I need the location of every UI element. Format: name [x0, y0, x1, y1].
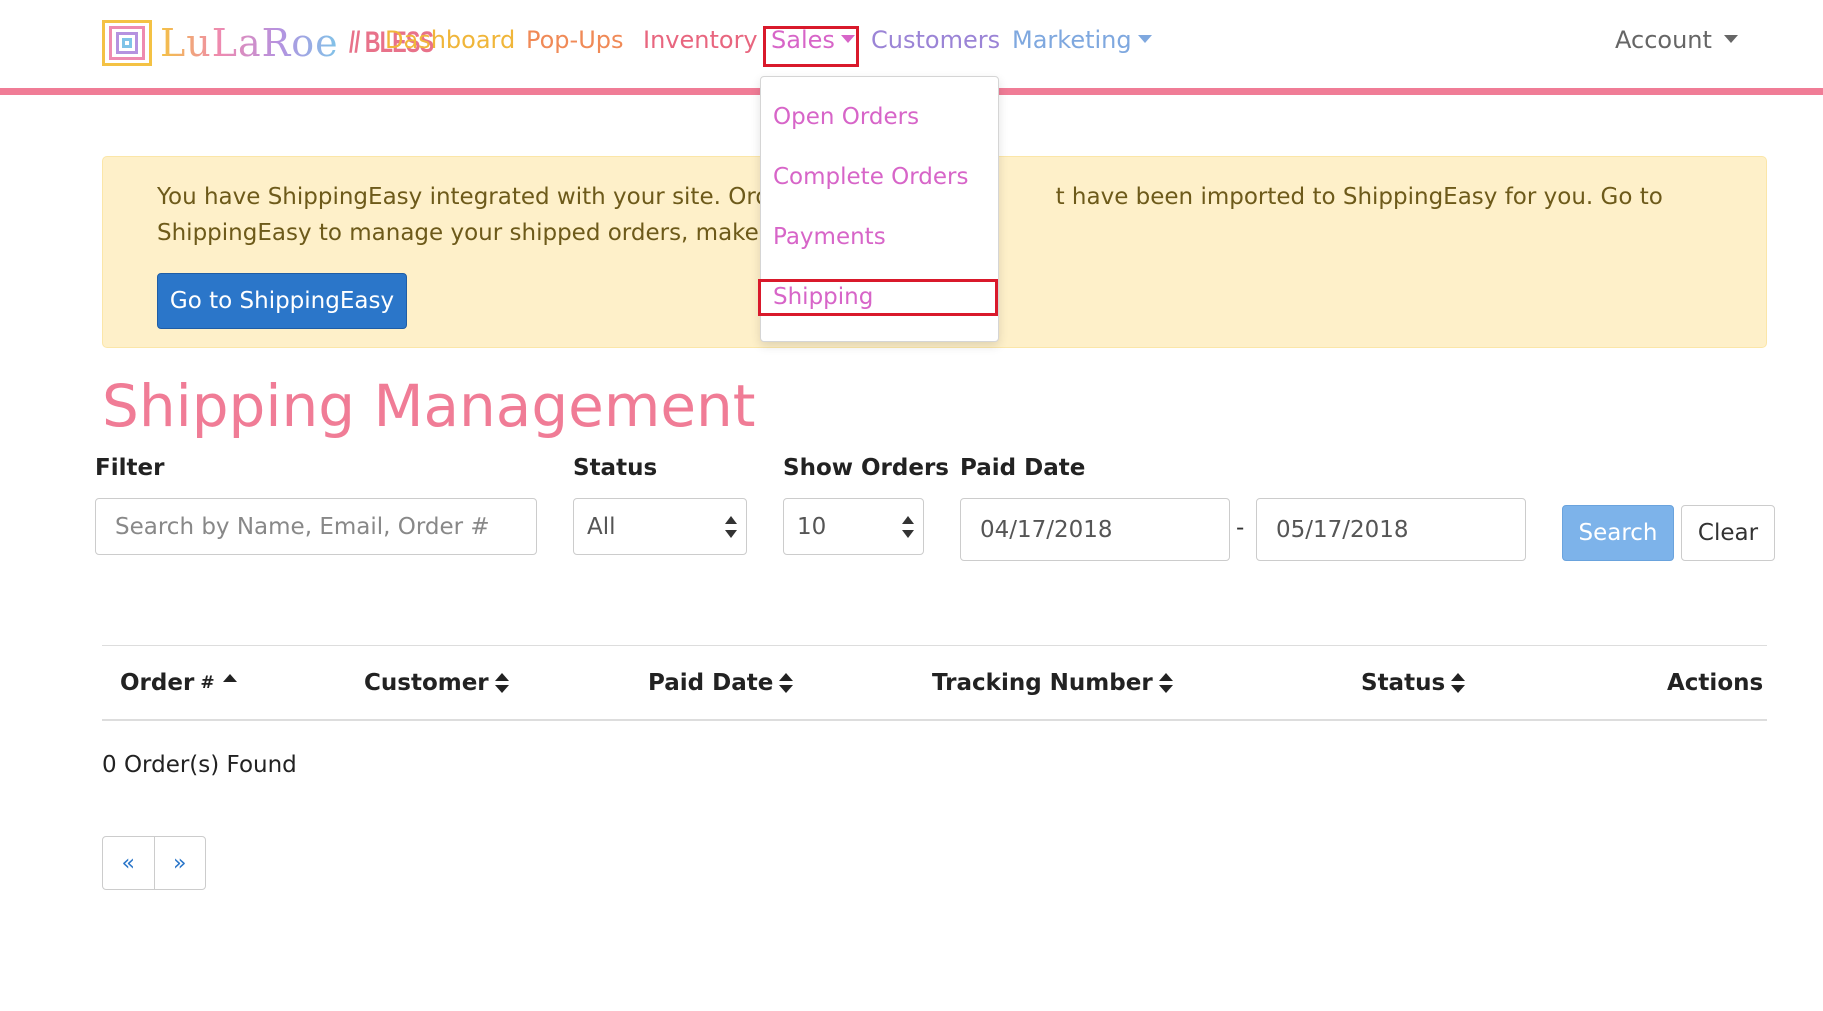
caret-down-icon [1137, 35, 1152, 43]
alert-line-1-right: t have been imported to ShippingEasy for… [1055, 184, 1663, 210]
select-arrows-icon [901, 514, 915, 540]
column-header-actions-label: Actions [1667, 670, 1764, 696]
status-select[interactable]: All [573, 498, 747, 555]
page-title: Shipping Management [102, 372, 756, 440]
date-from-value: 04/17/2018 [980, 516, 1113, 543]
top-navbar: LuLaRoe // BLESS Dashboard Pop-Ups Inven… [0, 0, 1823, 88]
pagination-prev-button[interactable]: « [103, 837, 154, 889]
column-header-tracking-number[interactable]: Tracking Number [932, 670, 1173, 696]
nav-dashboard-label: Dashboard [385, 26, 516, 54]
nav-account[interactable]: Account [1615, 26, 1738, 54]
clear-button[interactable]: Clear [1681, 505, 1775, 561]
nav-popups[interactable]: Pop-Ups [526, 26, 624, 54]
column-header-paid-date[interactable]: Paid Date [648, 670, 794, 696]
nav-popups-label: Pop-Ups [526, 26, 624, 54]
column-header-status[interactable]: Status [1361, 670, 1466, 696]
show-orders-label: Show Orders [783, 455, 949, 481]
show-orders-select-value: 10 [797, 513, 827, 540]
logo-wordmark: LuLaRoe [160, 21, 339, 65]
caret-down-icon [1723, 35, 1738, 43]
search-button[interactable]: Search [1562, 505, 1674, 561]
table-header-bottom-border [102, 719, 1767, 721]
nav-inventory-label: Inventory [643, 26, 758, 54]
search-input[interactable]: Search by Name, Email, Order # [95, 498, 537, 555]
logo-text: LuLaRoe [160, 21, 339, 65]
search-input-placeholder: Search by Name, Email, Order # [115, 513, 490, 540]
nav-marketing-label: Marketing [1012, 26, 1132, 54]
sort-asc-icon [222, 673, 237, 693]
go-to-shippingeasy-button[interactable]: Go to ShippingEasy [157, 273, 407, 329]
alert-line-1-left: You have ShippingEasy integrated with yo… [157, 184, 806, 210]
select-arrows-icon [724, 514, 738, 540]
dropdown-item-complete-orders[interactable]: Complete Orders [773, 164, 969, 190]
nav-inventory[interactable]: Inventory [643, 26, 758, 54]
dropdown-item-payments[interactable]: Payments [773, 224, 886, 250]
sales-dropdown-menu: Open Orders Complete Orders Payments Shi… [758, 76, 999, 342]
results-count: 0 Order(s) Found [102, 752, 297, 778]
nav-account-label: Account [1615, 26, 1712, 54]
paid-date-label: Paid Date [960, 455, 1086, 481]
nav-customers[interactable]: Customers [871, 26, 1000, 54]
pagination-next-button[interactable]: » [153, 837, 206, 889]
column-header-paid-date-label: Paid Date [648, 670, 774, 696]
date-from-input[interactable]: 04/17/2018 [960, 498, 1230, 561]
filter-label: Filter [95, 455, 165, 481]
sort-icon [1451, 673, 1466, 693]
column-header-customer-label: Customer [364, 670, 489, 696]
nav-dashboard[interactable]: Dashboard [385, 26, 515, 54]
column-header-tracking-number-label: Tracking Number [932, 670, 1153, 696]
nav-customers-label: Customers [871, 26, 1001, 54]
show-orders-select[interactable]: 10 [783, 498, 924, 555]
date-to-input[interactable]: 05/17/2018 [1256, 498, 1526, 561]
dropdown-item-open-orders[interactable]: Open Orders [773, 104, 919, 130]
status-select-value: All [587, 513, 616, 540]
column-header-order-label: Order [120, 670, 195, 696]
shipping-highlight-box [758, 279, 998, 316]
pagination: « » [102, 836, 206, 890]
sort-icon [779, 673, 794, 693]
date-range-separator: - [1236, 515, 1245, 541]
table-top-border [102, 645, 1767, 646]
column-header-customer[interactable]: Customer [364, 670, 509, 696]
logo-squares-icon [102, 20, 152, 66]
column-header-status-label: Status [1361, 670, 1446, 696]
sales-highlight-box [763, 26, 859, 67]
column-header-actions: Actions [1667, 670, 1763, 696]
status-label: Status [573, 455, 658, 481]
column-header-order-suffix: # [200, 673, 215, 693]
nav-marketing[interactable]: Marketing [1012, 26, 1152, 54]
date-to-value: 05/17/2018 [1276, 516, 1409, 543]
sort-icon [494, 673, 509, 693]
sort-icon [1158, 673, 1173, 693]
column-header-order[interactable]: Order # [120, 670, 237, 696]
